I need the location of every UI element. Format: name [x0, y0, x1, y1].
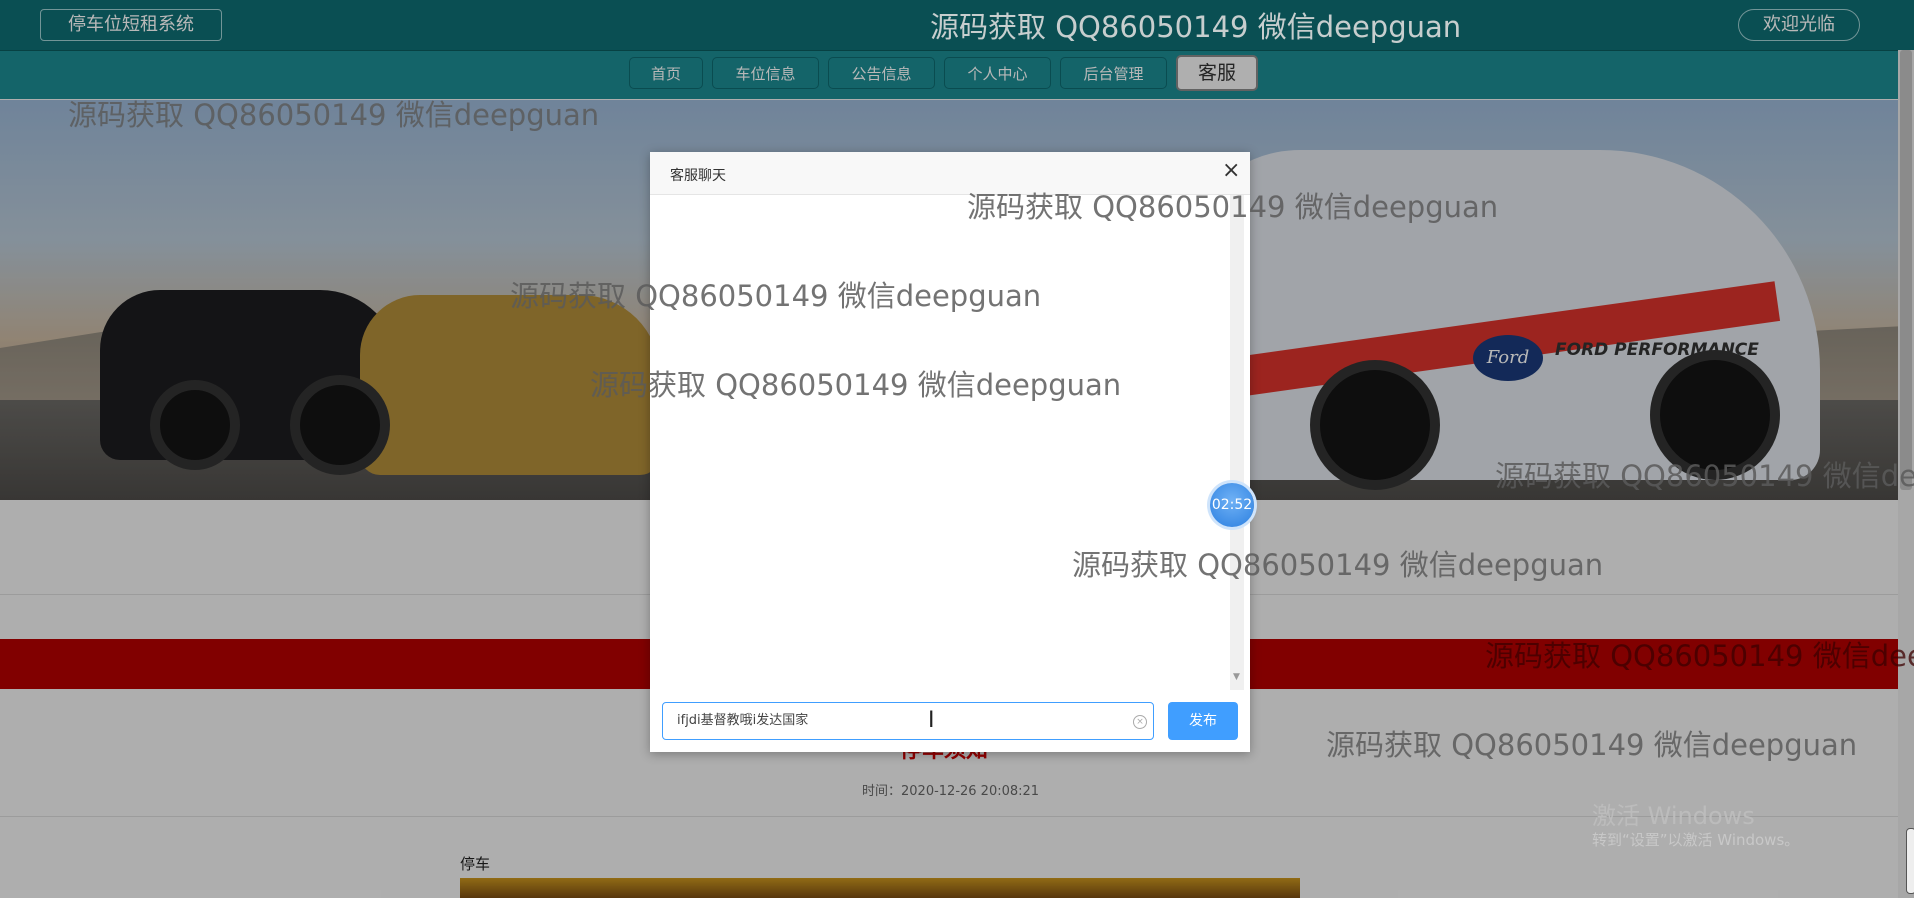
clear-circle-icon[interactable]: ×	[1133, 715, 1147, 729]
chat-message-area[interactable]	[650, 195, 1250, 690]
windows-activation-title: 激活 Windows	[1592, 802, 1755, 830]
send-button[interactable]: 发布	[1168, 702, 1238, 740]
chat-message-input[interactable]: ifjdi基督教哦i发达国家	[662, 702, 1154, 740]
chat-dialog: 客服聊天 × ▼ ifjdi基督教哦i发达国家 × I 发布	[650, 152, 1250, 752]
chat-scrollbar[interactable]	[1230, 195, 1244, 690]
scroll-handle[interactable]	[1906, 828, 1914, 894]
close-icon[interactable]: ×	[1222, 160, 1240, 182]
chevron-down-icon[interactable]: ▼	[1233, 672, 1240, 682]
floating-timer-badge[interactable]: 02:52	[1210, 483, 1254, 527]
chat-dialog-title: 客服聊天	[670, 168, 726, 184]
chat-dialog-header: 客服聊天 ×	[650, 152, 1250, 195]
windows-activation-hint: 转到“设置”以激活 Windows。	[1592, 831, 1800, 849]
text-cursor-icon: I	[928, 708, 935, 733]
